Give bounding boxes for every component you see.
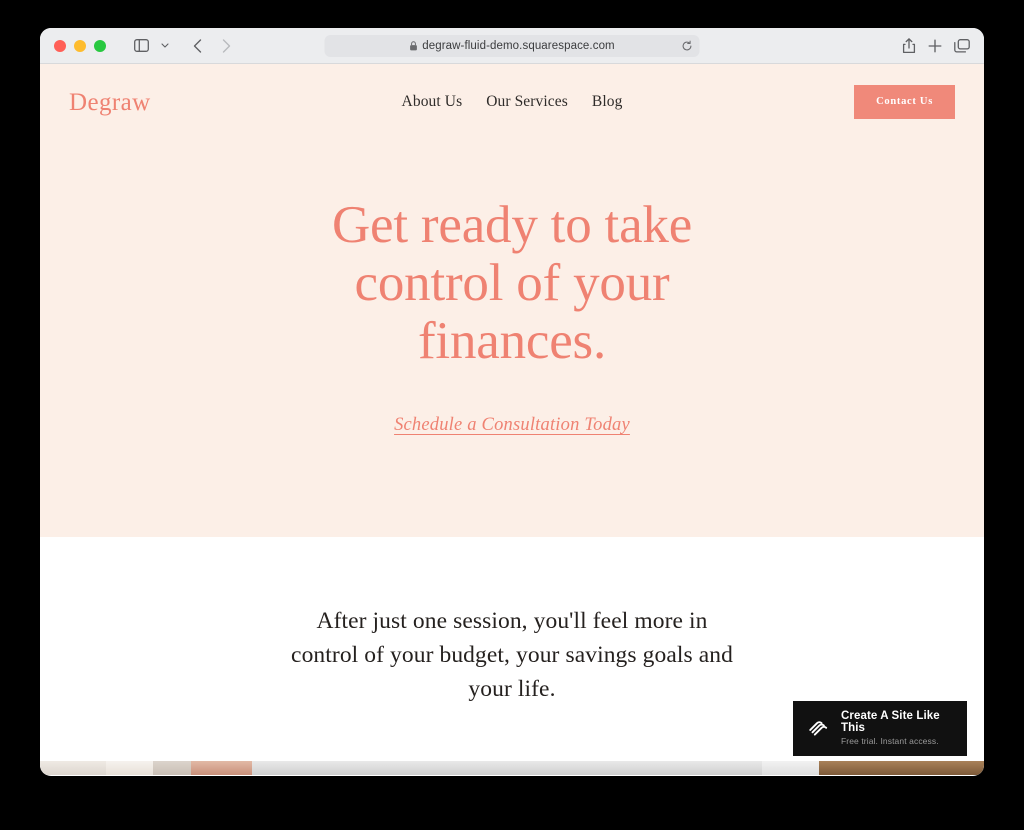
share-icon[interactable]: [902, 37, 916, 54]
address-bar[interactable]: degraw-fluid-demo.squarespace.com: [324, 34, 700, 57]
image-strip-segment: [191, 761, 253, 775]
badge-title: Create A Site Like This: [841, 710, 940, 734]
image-strip-segment: [762, 761, 819, 775]
intro-paragraph: After just one session, you'll feel more…: [290, 605, 735, 706]
navigation-controls: [128, 34, 239, 58]
sidebar-icon[interactable]: [128, 34, 154, 58]
intro-line-1: After just one session, you'll feel more…: [316, 608, 708, 634]
address-bar-url: degraw-fluid-demo.squarespace.com: [422, 39, 615, 52]
browser-toolbar: degraw-fluid-demo.squarespace.com: [40, 28, 984, 64]
hero-section: Degraw About Us Our Services Blog Contac…: [40, 64, 984, 537]
minimize-window-button[interactable]: [74, 39, 86, 52]
hero-heading-line-1: Get ready to take: [331, 196, 693, 254]
site-logo[interactable]: Degraw: [69, 90, 151, 115]
nav-item-about-us[interactable]: About Us: [402, 93, 463, 111]
next-section-image-strip: [40, 761, 984, 775]
image-strip-segment: [106, 761, 154, 775]
browser-window: degraw-fluid-demo.squarespace.com Degraw…: [40, 28, 984, 776]
intro-line-2: control of your budget, your savings goa…: [291, 641, 693, 668]
toolbar-right-controls: [902, 37, 970, 54]
badge-text: Create A Site Like This Free trial. Inst…: [841, 711, 954, 746]
site-header: Degraw About Us Our Services Blog Contac…: [40, 64, 984, 140]
lock-icon: [409, 40, 417, 51]
hero-heading-line-3: finances.: [417, 311, 607, 370]
hero-heading: Get ready to take control of your financ…: [40, 196, 984, 370]
schedule-consultation-link[interactable]: Schedule a Consultation Today: [394, 415, 630, 436]
close-window-button[interactable]: [54, 39, 66, 52]
tabs-icon[interactable]: [954, 38, 970, 53]
squarespace-logo-icon: [806, 716, 831, 741]
main-navigation: About Us Our Services Blog: [402, 93, 623, 111]
forward-arrow-icon: [213, 34, 239, 58]
back-arrow-icon[interactable]: [184, 34, 210, 58]
hero-heading-line-2: control of your: [354, 253, 670, 312]
reload-icon[interactable]: [682, 40, 693, 51]
hero-content: Get ready to take control of your financ…: [40, 140, 984, 436]
contact-us-button[interactable]: Contact Us: [854, 84, 955, 120]
plus-icon[interactable]: [928, 39, 942, 53]
address-bar-wrapper: degraw-fluid-demo.squarespace.com: [324, 34, 700, 57]
badge-subtitle: Free trial. Instant access.: [841, 736, 939, 747]
traffic-lights: [54, 39, 106, 52]
nav-item-blog[interactable]: Blog: [592, 93, 623, 111]
image-strip-segment: [818, 761, 984, 775]
chevron-down-icon[interactable]: [157, 34, 173, 58]
nav-item-our-services[interactable]: Our Services: [486, 93, 568, 111]
image-strip-segment: [40, 761, 107, 775]
image-strip-segment: [153, 761, 192, 775]
image-strip-segment: [252, 761, 763, 775]
create-a-site-badge[interactable]: Create A Site Like This Free trial. Inst…: [793, 701, 967, 756]
intro-section: After just one session, you'll feel more…: [40, 537, 984, 707]
maximize-window-button[interactable]: [94, 39, 106, 52]
page-viewport: Degraw About Us Our Services Blog Contac…: [40, 64, 984, 775]
